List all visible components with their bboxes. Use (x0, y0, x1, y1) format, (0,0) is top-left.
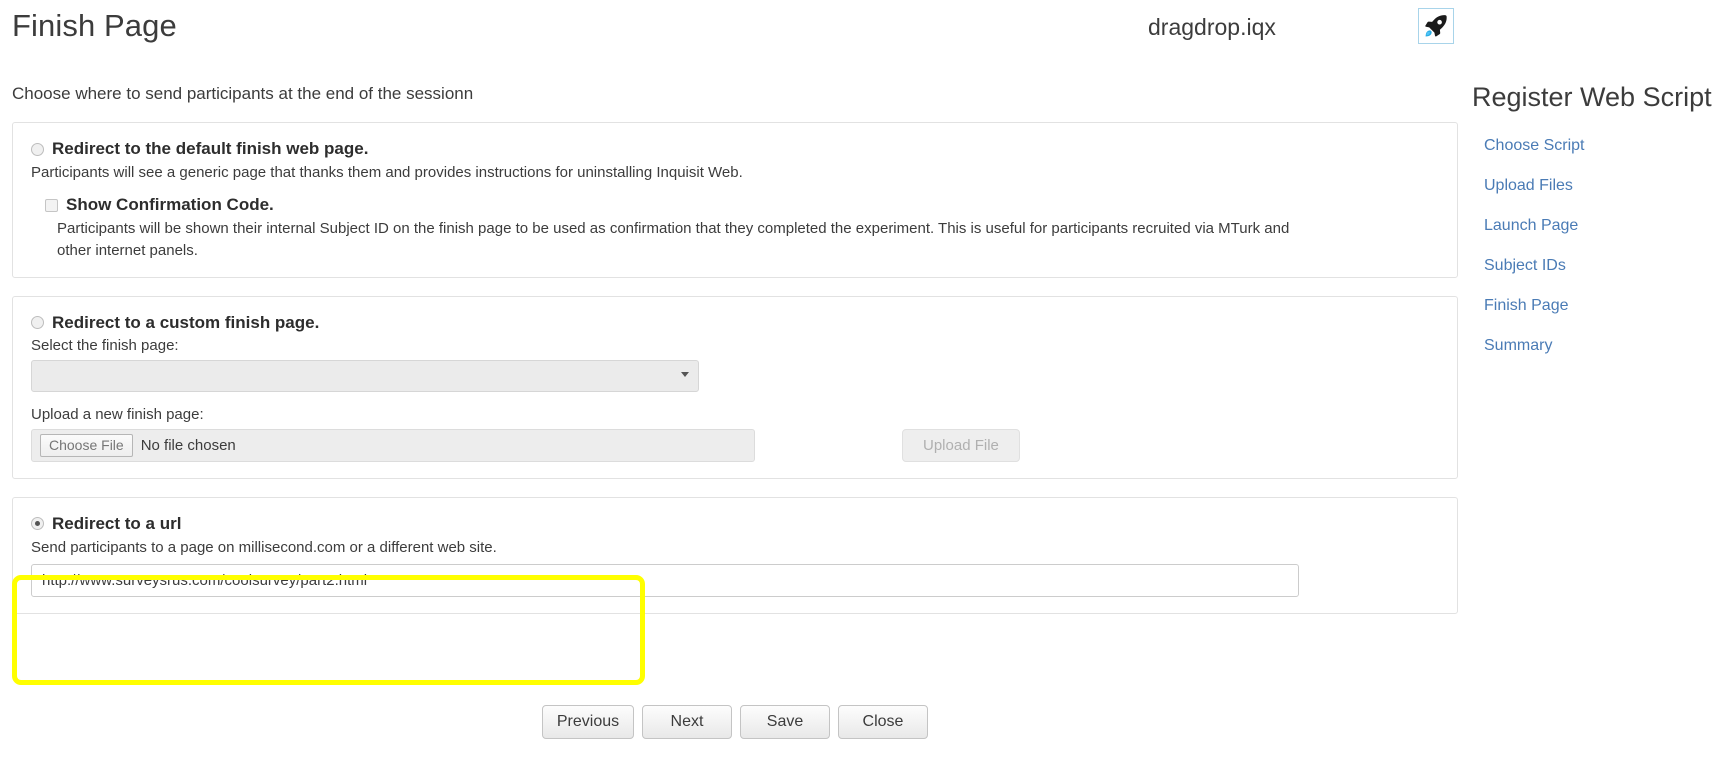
option-custom-header[interactable]: Redirect to a custom finish page. (31, 313, 1441, 333)
main-content: Choose where to send participants at the… (0, 68, 1470, 739)
upload-new-finish-page-label: Upload a new finish page: (31, 405, 204, 423)
radio-default-finish-page[interactable] (31, 142, 44, 156)
sidebar: Register Web Script Choose Script Upload… (1470, 68, 1732, 355)
file-upload-row: Choose File No file chosen Upload File (31, 428, 1441, 462)
script-filename: dragdrop.iqx (1148, 14, 1276, 40)
page-title: Finish Page (12, 8, 177, 43)
page-header: Finish Page dragdrop.iqx (0, 0, 1732, 68)
intro-text: Choose where to send participants at the… (12, 84, 474, 103)
option-default-label: Redirect to the default finish web page. (52, 139, 369, 158)
show-confirmation-code-label: Show Confirmation Code. (66, 195, 274, 215)
sidebar-item-finish-page[interactable]: Finish Page (1484, 297, 1732, 315)
finish-page-select[interactable] (31, 359, 699, 392)
show-confirmation-code-description: Participants will be shown their interna… (57, 220, 1290, 259)
option-url-label: Redirect to a url (52, 513, 182, 533)
sidebar-item-subject-ids[interactable]: Subject IDs (1484, 257, 1732, 275)
radio-redirect-to-url[interactable] (31, 517, 44, 531)
sidebar-item-launch-page[interactable]: Launch Page (1484, 217, 1732, 235)
save-button[interactable]: Save (740, 705, 830, 739)
show-confirmation-code-header[interactable]: Show Confirmation Code. (45, 195, 1441, 215)
finish-page-screen: Finish Page dragdrop.iqx Choose where to… (0, 0, 1732, 759)
next-button[interactable]: Next (642, 705, 732, 739)
option-url-header[interactable]: Redirect to a url (31, 514, 1441, 534)
rocket-icon[interactable] (1418, 8, 1454, 44)
wizard-button-row: Previous Next Save Close (0, 705, 1470, 739)
option-url-description: Send participants to a page on milliseco… (31, 538, 497, 556)
chevron-down-icon (681, 371, 689, 377)
sidebar-item-choose-script[interactable]: Choose Script (1484, 137, 1732, 155)
radio-custom-finish-page[interactable] (31, 316, 44, 330)
redirect-url-input[interactable] (31, 564, 1299, 598)
option-panel-default: Redirect to the default finish web page.… (12, 122, 1458, 278)
sidebar-item-summary[interactable]: Summary (1484, 337, 1732, 355)
checkbox-show-confirmation-code[interactable] (45, 198, 58, 212)
option-panel-custom: Redirect to a custom finish page. Select… (12, 295, 1458, 479)
close-button[interactable]: Close (838, 705, 928, 739)
sidebar-item-upload-files[interactable]: Upload Files (1484, 177, 1732, 195)
select-finish-page-label: Select the finish page: (31, 336, 179, 354)
finish-page-select-box[interactable] (31, 359, 699, 392)
sidebar-title: Register Web Script (1472, 82, 1712, 112)
upload-file-button[interactable]: Upload File (902, 428, 1020, 462)
option-custom-label: Redirect to a custom finish page. (52, 312, 320, 332)
finish-page-file-input[interactable]: Choose File No file chosen (31, 428, 755, 462)
option-panel-url: Redirect to a url Send participants to a… (12, 496, 1458, 615)
previous-button[interactable]: Previous (542, 705, 634, 739)
file-chosen-status: No file chosen (140, 436, 236, 454)
option-default-description: Participants will see a generic page tha… (31, 164, 743, 181)
choose-file-button[interactable]: Choose File (40, 433, 133, 457)
option-default-header[interactable]: Redirect to the default finish web page. (31, 139, 1441, 159)
